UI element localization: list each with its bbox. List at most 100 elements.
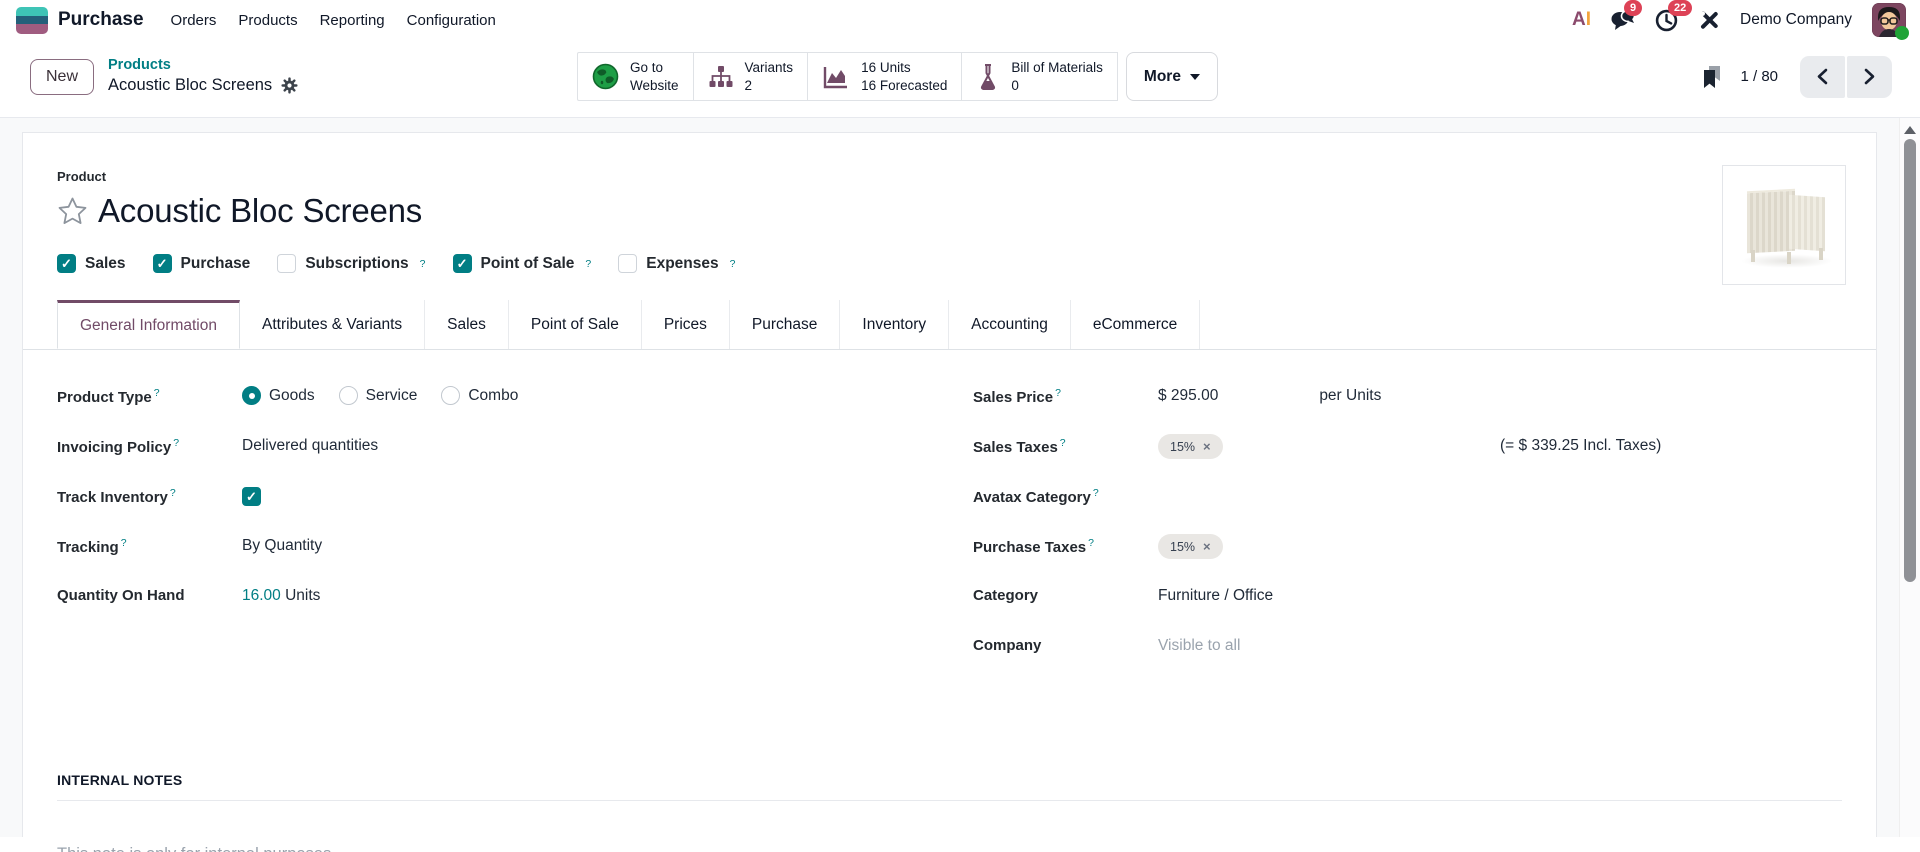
control-panel: New Products Acoustic Bloc Screens Go to…: [0, 40, 1920, 118]
bill-of-materials-button[interactable]: Bill of Materials 0: [961, 52, 1118, 101]
subscriptions-checkbox-input[interactable]: [277, 254, 297, 273]
menu-orders[interactable]: Orders: [160, 4, 228, 37]
sales-price-input[interactable]: $ 295.00: [1158, 387, 1315, 405]
company-input[interactable]: Visible to all: [1158, 634, 1240, 655]
tab-attributes-variants[interactable]: Attributes & Variants: [240, 300, 426, 349]
subscriptions-checkbox-label: Subscriptions: [305, 254, 409, 272]
bookmark-button[interactable]: [1702, 65, 1722, 89]
expenses-checkbox-label: Expenses: [646, 254, 719, 272]
more-button[interactable]: More: [1125, 52, 1218, 101]
messages-icon[interactable]: 9: [1611, 0, 1643, 31]
tab-accounting[interactable]: Accounting: [949, 300, 1071, 349]
quantity-unit: Units: [285, 587, 321, 604]
purchase-checkbox-label: Purchase: [180, 254, 251, 272]
combo-radio-input[interactable]: [441, 386, 461, 405]
pager-previous-button[interactable]: [1800, 55, 1845, 98]
availability-checkboxes: Sales Purchase Subscriptions ? Point of …: [57, 254, 1842, 273]
internal-notes-editor[interactable]: This note is only for internal purposes.: [57, 845, 1842, 852]
purchase-checkbox-input[interactable]: [152, 254, 172, 273]
invoicing-policy-select[interactable]: Delivered quantities: [242, 434, 378, 455]
favorite-star-button[interactable]: [57, 196, 88, 226]
user-menu[interactable]: [1872, 3, 1909, 40]
screen-leg: [1819, 248, 1823, 260]
purchase-tax-remove-icon[interactable]: ×: [1203, 539, 1211, 554]
field-tracking: Tracking? By Quantity: [57, 534, 937, 564]
stat-go-to-line1: Go to: [630, 59, 664, 75]
company-label: Company: [973, 637, 1042, 654]
tab-prices[interactable]: Prices: [641, 300, 730, 349]
area-chart-icon: [823, 66, 848, 88]
tab-sales[interactable]: Sales: [425, 300, 509, 349]
tools-icon: [1700, 11, 1718, 29]
topbar: Purchase Orders Products Reporting Confi…: [0, 0, 1920, 40]
breadcrumb-products-link[interactable]: Products: [108, 56, 299, 75]
stat-bom-line2: 0: [1011, 77, 1019, 93]
sales-tax-tag[interactable]: 15% ×: [1158, 434, 1223, 459]
pager-value[interactable]: 1 / 80: [1740, 68, 1778, 85]
tab-ecommerce[interactable]: eCommerce: [1070, 300, 1201, 349]
checkbox-subscriptions[interactable]: Subscriptions ?: [277, 254, 426, 273]
go-to-website-button[interactable]: Go to Website: [577, 52, 693, 101]
menu-products[interactable]: Products: [227, 4, 308, 37]
pos-checkbox-input[interactable]: [452, 254, 472, 273]
pager-next-button[interactable]: [1847, 55, 1892, 98]
menu-configuration[interactable]: Configuration: [396, 4, 507, 37]
tab-purchase[interactable]: Purchase: [729, 300, 841, 349]
category-input[interactable]: Furniture / Office: [1158, 584, 1273, 605]
sales-checkbox-label: Sales: [85, 254, 126, 272]
acoustic-screen-panel-2: [1789, 194, 1825, 252]
stat-button-group: Go to Website Variants 2 16 Units 16 For…: [577, 52, 1118, 101]
sales-checkbox-input[interactable]: [57, 254, 76, 273]
radio-goods[interactable]: Goods: [242, 386, 315, 405]
quantity-on-hand-link[interactable]: 16.00: [242, 587, 281, 604]
radio-combo[interactable]: Combo: [441, 386, 518, 405]
chevron-left-icon: [1817, 68, 1828, 85]
tab-point-of-sale[interactable]: Point of Sale: [508, 300, 642, 349]
activities-icon[interactable]: 22: [1655, 0, 1693, 32]
ai-letter-a: A: [1571, 9, 1586, 30]
app-switcher[interactable]: Purchase: [16, 6, 160, 34]
star-icon: [58, 197, 87, 224]
product-type-label: Product Type?: [57, 387, 160, 406]
checkbox-purchase[interactable]: Purchase: [152, 254, 251, 273]
variants-button[interactable]: Variants 2: [692, 52, 808, 101]
purchase-tax-tag[interactable]: 15% ×: [1158, 534, 1223, 559]
field-track-inventory: Track Inventory?: [57, 484, 937, 514]
form-sheet: Product Acoustic Bloc Screens Sales Purc…: [22, 132, 1877, 852]
breadcrumb: Products Acoustic Bloc Screens: [108, 56, 299, 96]
internal-notes-header: INTERNAL NOTES: [57, 772, 183, 788]
tracking-select[interactable]: By Quantity: [242, 534, 322, 555]
service-radio-input[interactable]: [338, 386, 358, 405]
product-title-input[interactable]: Acoustic Bloc Screens: [98, 192, 422, 230]
expenses-checkbox-input[interactable]: [618, 254, 638, 273]
actions-gear-button[interactable]: [280, 76, 299, 95]
scrollbar[interactable]: [1899, 118, 1920, 837]
goods-radio-label: Goods: [269, 386, 315, 404]
bookmark-icon: [1704, 65, 1721, 88]
product-image[interactable]: [1722, 165, 1846, 285]
new-button[interactable]: New: [30, 58, 95, 95]
menu-reporting[interactable]: Reporting: [309, 4, 396, 37]
fields-right-column: Sales Price? $ 295.00 per Units Sales Ta…: [973, 384, 1842, 684]
developer-tools-icon[interactable]: [1698, 9, 1720, 31]
subscriptions-help: ?: [419, 257, 426, 270]
screen-leg: [1787, 252, 1791, 264]
scrollbar-up-arrow[interactable]: [1904, 126, 1916, 134]
goods-radio-input[interactable]: [242, 386, 261, 405]
field-quantity-on-hand: Quantity On Hand 16.00 Units: [57, 584, 937, 614]
checkbox-expenses[interactable]: Expenses ?: [618, 254, 735, 273]
tab-inventory[interactable]: Inventory: [840, 300, 950, 349]
ai-assistant-icon[interactable]: AI: [1572, 9, 1591, 31]
checkbox-point-of-sale[interactable]: Point of Sale ?: [452, 254, 591, 273]
radio-service[interactable]: Service: [338, 386, 417, 405]
tab-general-information[interactable]: General Information: [57, 300, 240, 349]
purchase-taxes-label: Purchase Taxes?: [973, 537, 1094, 556]
checkbox-sales[interactable]: Sales: [57, 254, 126, 273]
sales-price-uom[interactable]: per Units: [1319, 387, 1381, 404]
sales-tax-remove-icon[interactable]: ×: [1203, 439, 1211, 454]
forecasted-units-button[interactable]: 16 Units 16 Forecasted: [807, 52, 962, 101]
topbar-systray: AI 9 22 Demo Company: [1572, 0, 1909, 40]
company-switcher[interactable]: Demo Company: [1740, 11, 1852, 29]
track-inventory-checkbox-input[interactable]: [242, 487, 261, 506]
scrollbar-thumb[interactable]: [1904, 139, 1916, 582]
